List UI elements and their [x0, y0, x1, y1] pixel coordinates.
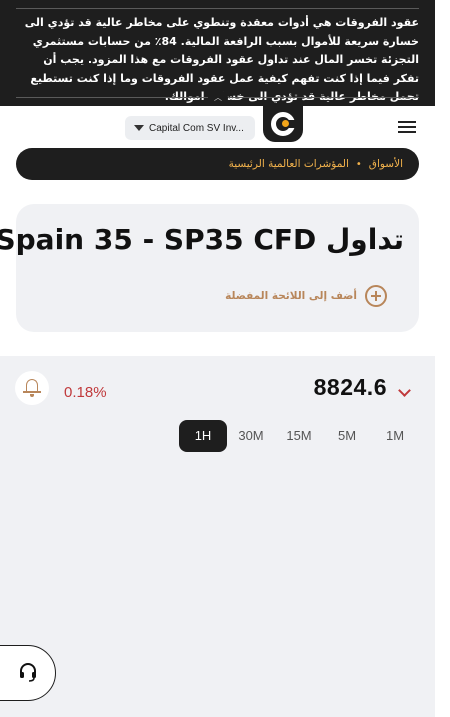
logo-dot — [282, 120, 289, 127]
capital-com-logo[interactable] — [263, 106, 303, 142]
chart-panel: 0.18% 8824.6 1H 30M 15M 5M 1M — [0, 356, 435, 717]
entity-selector[interactable]: Capital Com SV Inv... — [125, 116, 255, 140]
breadcrumb-item-markets[interactable]: الأسواق — [369, 158, 403, 170]
timeframe-5m[interactable]: 5M — [323, 420, 371, 452]
chevron-down-icon[interactable] — [398, 384, 411, 397]
entity-selector-label: Capital Com SV Inv... — [149, 122, 244, 134]
headset-icon — [20, 663, 36, 682]
bell-icon-clapper — [30, 394, 34, 397]
add-favorite-label: أضف إلى اللائحة المفضلة — [225, 290, 357, 302]
instrument-card: تداول Spain 35 - SP35 CFD أضف إلى اللائح… — [0, 204, 419, 332]
chevron-up-icon[interactable]: ︿ — [208, 91, 228, 105]
timeframe-1m[interactable]: 1M — [371, 420, 419, 452]
plus-circle-icon — [365, 285, 387, 307]
breadcrumb-separator: • — [355, 158, 362, 170]
timeframe-30m[interactable]: 30M — [227, 420, 275, 452]
price-change-percent: 0.18% — [64, 384, 107, 401]
timeframe-selector: 1H 30M 15M 5M 1M — [179, 420, 419, 452]
menu-bar — [398, 131, 416, 133]
page: عقود الفروقات هي أدوات معقدة وتنطوي على … — [0, 0, 435, 717]
breadcrumb: الأسواق • المؤشرات العالمية الرئيسية — [16, 148, 419, 180]
current-price: 8824.6 — [313, 374, 387, 400]
add-favorite-button[interactable]: أضف إلى اللائحة المفضلة — [211, 280, 395, 312]
page-title: تداول Spain 35 - SP35 CFD — [0, 218, 404, 262]
timeframe-1h[interactable]: 1H — [179, 420, 227, 452]
title-instrument-name: Spain 35 - SP35 CFD — [0, 223, 317, 256]
risk-divider-top — [16, 8, 419, 9]
timeframe-15m[interactable]: 15M — [275, 420, 323, 452]
hamburger-menu-icon[interactable] — [396, 119, 418, 135]
breadcrumb-item-indices[interactable]: المؤشرات العالمية الرئيسية — [229, 158, 349, 170]
risk-warning-banner: عقود الفروقات هي أدوات معقدة وتنطوي على … — [0, 0, 435, 106]
support-chat-button[interactable] — [0, 645, 56, 701]
title-prefix: تداول — [326, 223, 404, 256]
site-header: Capital Com SV Inv... — [0, 106, 435, 148]
caret-down-icon — [134, 125, 144, 131]
menu-bar — [398, 121, 416, 123]
bell-icon-base — [23, 391, 41, 393]
menu-bar — [398, 126, 416, 128]
price-alert-button[interactable] — [15, 371, 49, 405]
